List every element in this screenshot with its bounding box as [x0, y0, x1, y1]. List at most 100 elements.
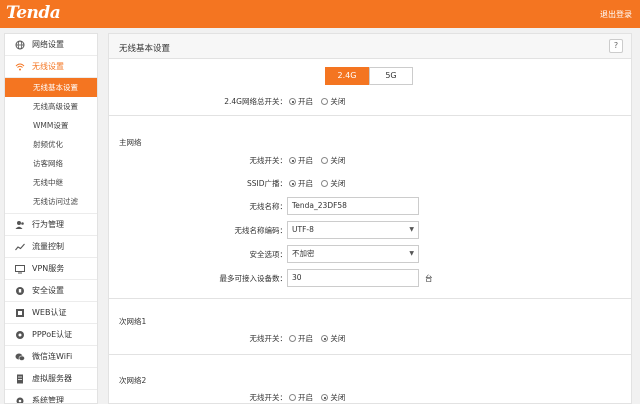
- main-panel: 无线基本设置 ? 2.4G 5G 2.4G网络总开关： 开启 关闭 主网络 无线…: [108, 33, 632, 404]
- users-icon: [15, 221, 24, 229]
- tenda-logo: Tenda: [6, 3, 61, 23]
- ssid-broadcast-label: SSID广播：: [246, 179, 287, 188]
- chart-icon: [15, 243, 25, 251]
- radio-off-icon: [289, 394, 296, 401]
- ssid-encoding-select[interactable]: UTF-8 ▼: [287, 221, 419, 239]
- top-bar: Tenda 退出登录: [0, 0, 640, 28]
- sidebar-item-label: 系统管理: [32, 396, 64, 404]
- submenu-item-rf[interactable]: 射频优化: [5, 135, 97, 154]
- divider: [109, 298, 631, 299]
- sidebar-item-traffic[interactable]: 流量控制: [5, 236, 97, 258]
- gear-icon: [16, 397, 24, 403]
- sidebar-item-pppoe[interactable]: PPPoE认证: [5, 324, 97, 346]
- logout-link[interactable]: 退出登录: [600, 9, 632, 20]
- ssid-broadcast-on[interactable]: 开启: [289, 179, 313, 188]
- sidebar-item-label: 无线设置: [32, 62, 64, 71]
- sidebar-item-wireless[interactable]: 无线设置: [5, 56, 97, 78]
- sidebar: 网络设置 无线设置 无线基本设置 无线高级设置 WMM设置 射频优化 访客网络 …: [4, 33, 98, 404]
- divider: [109, 354, 631, 355]
- security-select[interactable]: 不加密 ▼: [287, 245, 419, 263]
- shield-icon: [16, 287, 24, 295]
- submenu-item-advanced[interactable]: 无线高级设置: [5, 97, 97, 116]
- primary-wireless-on[interactable]: 开启: [289, 156, 313, 165]
- submenu-item-access-filter[interactable]: 无线访问过滤: [5, 192, 97, 211]
- band-tabs: 2.4G 5G: [325, 67, 413, 85]
- ssid-broadcast-off[interactable]: 关闭: [321, 179, 345, 188]
- sidebar-item-label: PPPoE认证: [32, 330, 73, 339]
- secondary2-wireless-off[interactable]: 关闭: [321, 393, 345, 402]
- chevron-down-icon: ▼: [409, 226, 414, 233]
- panel-header: 无线基本设置 ?: [109, 34, 631, 59]
- sidebar-item-label: VPN服务: [32, 264, 65, 273]
- secondary1-wireless-off[interactable]: 关闭: [321, 334, 345, 343]
- secondary2-wireless-on[interactable]: 开启: [289, 393, 313, 402]
- submenu-item-guest[interactable]: 访客网络: [5, 154, 97, 173]
- sidebar-item-network[interactable]: 网络设置: [5, 34, 97, 56]
- radio-off-icon: [289, 335, 296, 342]
- secondary-network-1-title: 次网络1: [119, 317, 147, 326]
- sidebar-item-label: 网络设置: [32, 40, 64, 49]
- secondary2-wireless-switch-radios: 开启 关闭: [289, 392, 351, 403]
- primary-wireless-off[interactable]: 关闭: [321, 156, 345, 165]
- sidebar-item-system[interactable]: 系统管理: [5, 390, 97, 404]
- max-devices-input[interactable]: 30: [287, 269, 419, 287]
- ssid-broadcast-radios: 开启 关闭: [289, 178, 351, 189]
- radio-off-icon: [321, 180, 329, 187]
- submenu-item-basic[interactable]: 无线基本设置: [5, 78, 97, 97]
- sidebar-item-label: 虚拟服务器: [32, 374, 72, 383]
- tab-5g[interactable]: 5G: [369, 67, 413, 85]
- page-title: 无线基本设置: [119, 44, 171, 54]
- sidebar-item-label: 行为管理: [32, 220, 64, 229]
- wechat-icon: [15, 353, 25, 361]
- sidebar-item-label: 微信连WiFi: [32, 352, 73, 361]
- primary-network-title: 主网络: [119, 138, 142, 147]
- radio-on-icon: [289, 157, 296, 164]
- secondary1-wireless-switch-label: 无线开关：: [249, 334, 288, 343]
- vpn-icon: [15, 265, 25, 274]
- ssid-encoding-value: UTF-8: [292, 225, 314, 234]
- master-switch-radios: 开启 关闭: [289, 96, 351, 107]
- sidebar-item-virtual-server[interactable]: 虚拟服务器: [5, 368, 97, 390]
- max-devices-unit: 台: [425, 274, 433, 283]
- secondary2-wireless-switch-label: 无线开关：: [249, 393, 288, 402]
- sidebar-item-security[interactable]: 安全设置: [5, 280, 97, 302]
- sidebar-item-label: WEB认证: [32, 308, 67, 317]
- security-label: 安全选项：: [249, 250, 288, 259]
- security-value: 不加密: [292, 249, 315, 258]
- wifi-icon: [15, 63, 25, 71]
- sidebar-item-behavior[interactable]: 行为管理: [5, 214, 97, 236]
- help-button[interactable]: ?: [609, 39, 623, 53]
- secondary-network-2-title: 次网络2: [119, 376, 147, 385]
- sidebar-item-vpn[interactable]: VPN服务: [5, 258, 97, 280]
- submenu-item-repeater[interactable]: 无线中继: [5, 173, 97, 192]
- ssid-encoding-label: 无线名称编码：: [234, 226, 288, 235]
- sidebar-item-label: 安全设置: [32, 286, 64, 295]
- radio-on-icon: [289, 98, 296, 105]
- radio-on-icon: [321, 394, 329, 401]
- master-switch-off[interactable]: 关闭: [321, 97, 345, 106]
- radio-off-icon: [321, 98, 329, 105]
- sidebar-item-web-auth[interactable]: WEB认证: [5, 302, 97, 324]
- secondary1-wireless-on[interactable]: 开启: [289, 334, 313, 343]
- web-auth-icon: [16, 309, 24, 317]
- radio-on-icon: [289, 180, 296, 187]
- master-switch-on[interactable]: 开启: [289, 97, 313, 106]
- sidebar-item-label: 流量控制: [32, 242, 64, 251]
- divider: [109, 115, 631, 116]
- primary-wireless-switch-label: 无线开关：: [249, 156, 288, 165]
- ssid-input[interactable]: Tenda_23DF58: [287, 197, 419, 215]
- sidebar-item-wechat[interactable]: 微信连WiFi: [5, 346, 97, 368]
- server-icon: [17, 374, 23, 384]
- max-devices-label: 最多可接入设备数：: [219, 274, 288, 283]
- globe-icon: [15, 40, 25, 50]
- ssid-label: 无线名称：: [249, 202, 288, 211]
- secondary1-wireless-switch-radios: 开启 关闭: [289, 333, 351, 344]
- master-switch-label: 2.4G网络总开关：: [224, 97, 287, 106]
- chevron-down-icon: ▼: [409, 250, 414, 257]
- submenu-item-wmm[interactable]: WMM设置: [5, 116, 97, 135]
- radio-on-icon: [321, 335, 329, 342]
- radio-off-icon: [321, 157, 329, 164]
- tab-2-4g[interactable]: 2.4G: [325, 67, 369, 85]
- primary-wireless-switch-radios: 开启 关闭: [289, 155, 351, 166]
- pppoe-icon: [16, 331, 24, 339]
